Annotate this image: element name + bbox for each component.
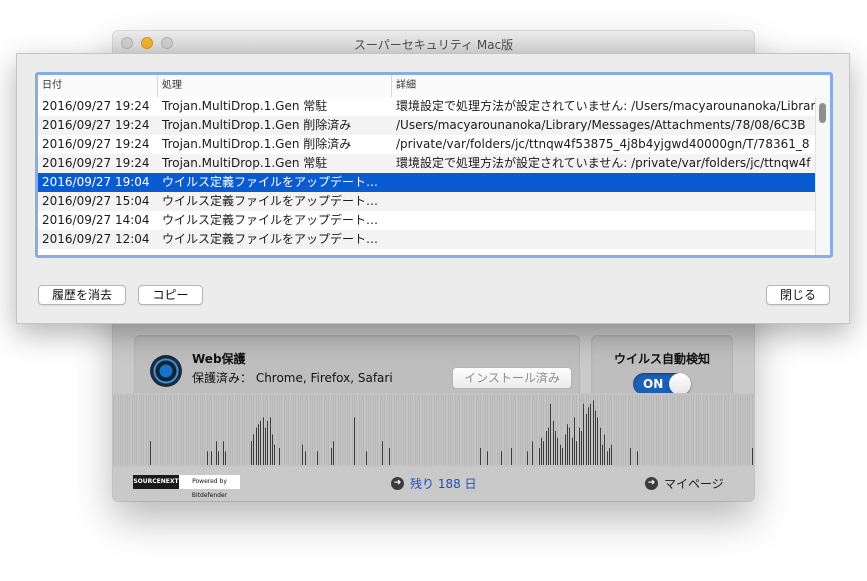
cell-detail (392, 211, 816, 230)
cell-date: 2016/09/27 12:04 (42, 232, 150, 246)
cell-detail (392, 173, 816, 192)
cell-date: 2016/09/27 19:04 (42, 175, 150, 189)
cell-action: ウイルス定義ファイルをアップデート… (162, 194, 379, 208)
table-row[interactable]: 2016/09/27 19:24 Trojan.MultiDrop.1.Gen 常… (38, 97, 830, 116)
cell-detail: 環境設定で処理方法が設定されていません: /private/var/folder… (396, 156, 811, 170)
table-row[interactable]: 2016/09/27 19:04 ウイルス定義ファイルをアップデート… (38, 173, 830, 192)
footer-bar: SOURCENEXT Powered by Bitdefender ➜ 残り 1… (113, 467, 754, 501)
cell-action: Trojan.MultiDrop.1.Gen 常駐 (162, 99, 328, 113)
table-row[interactable]: 2016/09/27 19:24 Trojan.MultiDrop.1.Gen 削… (38, 135, 830, 154)
cell-action: ウイルス定義ファイルをアップデート… (162, 232, 379, 246)
cell-date: 2016/09/27 15:04 (42, 194, 150, 208)
cell-detail: 環境設定で処理方法が設定されていません: /Users/macyarounano… (396, 99, 816, 113)
mypage-link[interactable]: ➜ マイページ (645, 475, 724, 492)
window-title: スーパーセキュリティ Mac版 (353, 38, 514, 52)
table-body: 2016/09/27 19:24 Trojan.MultiDrop.1.Gen 常… (38, 97, 830, 249)
cell-detail (392, 192, 816, 211)
cell-action: ウイルス定義ファイルをアップデート… (162, 213, 379, 227)
column-header-date[interactable]: 日付 (38, 75, 158, 97)
table-row[interactable]: 2016/09/27 19:24 Trojan.MultiDrop.1.Gen 常… (38, 154, 830, 173)
history-sheet: 日付 処理 詳細 2016/09/27 19:24 Trojan.MultiDro… (16, 53, 850, 324)
scrollbar-thumb[interactable] (819, 103, 826, 123)
mypage-label: マイページ (664, 477, 724, 491)
clear-history-button[interactable]: 履歴を消去 (38, 285, 126, 305)
table-row[interactable]: 2016/09/27 14:04 ウイルス定義ファイルをアップデート… (38, 211, 830, 230)
table-row[interactable]: 2016/09/27 15:04 ウイルス定義ファイルをアップデート… (38, 192, 830, 211)
copy-button[interactable]: コピー (138, 285, 203, 305)
close-button[interactable]: 閉じる (766, 285, 830, 305)
cell-detail (392, 230, 816, 249)
toggle-knob[interactable] (669, 373, 691, 395)
table-scrollbar[interactable] (815, 97, 830, 255)
table-row[interactable]: 2016/09/27 19:24 Trojan.MultiDrop.1.Gen 削… (38, 116, 830, 135)
history-table[interactable]: 日付 処理 詳細 2016/09/27 19:24 Trojan.MultiDro… (35, 72, 833, 258)
cell-date: 2016/09/27 19:24 (42, 137, 150, 151)
sourcenext-logo: SOURCENEXT (133, 475, 179, 489)
cell-detail: /private/var/folders/jc/ttnqw4f53875_4j8… (396, 137, 810, 151)
cell-action: ウイルス定義ファイルをアップデート… (162, 175, 379, 189)
cell-action: Trojan.MultiDrop.1.Gen 削除済み (162, 118, 352, 132)
web-protection-icon (150, 355, 182, 387)
arrow-right-icon: ➜ (645, 477, 658, 490)
activity-graph (113, 393, 754, 467)
toggle-label: ON (643, 377, 664, 391)
cell-date: 2016/09/27 19:24 (42, 156, 150, 170)
install-extension-button[interactable]: インストール済み (452, 367, 572, 389)
cell-date: 2016/09/27 19:24 (42, 118, 150, 132)
cell-action: Trojan.MultiDrop.1.Gen 常駐 (162, 156, 328, 170)
web-protection-status: 保護済み： Chrome, Firefox, Safari (192, 371, 393, 385)
column-header-detail[interactable]: 詳細 (392, 75, 816, 97)
remaining-days-link[interactable]: ➜ 残り 188 日 (391, 475, 477, 492)
bitdefender-logo: Powered by Bitdefender (179, 475, 240, 499)
cell-date: 2016/09/27 19:24 (42, 99, 150, 113)
cell-date: 2016/09/27 14:04 (42, 213, 150, 227)
cell-detail: /Users/macyarounanoka/Library/Messages/A… (396, 118, 806, 132)
table-row[interactable]: 2016/09/27 12:04 ウイルス定義ファイルをアップデート… (38, 230, 830, 249)
arrow-right-icon: ➜ (391, 477, 404, 490)
auto-scan-toggle[interactable]: ON (633, 373, 691, 395)
table-header: 日付 処理 詳細 (38, 75, 830, 98)
column-header-action[interactable]: 処理 (158, 75, 392, 97)
cell-action: Trojan.MultiDrop.1.Gen 削除済み (162, 137, 352, 151)
auto-scan-title: ウイルス自動検知 (613, 352, 710, 366)
web-protection-title: Web保護 (192, 352, 246, 366)
remaining-days-label: 残り 188 日 (410, 477, 477, 491)
